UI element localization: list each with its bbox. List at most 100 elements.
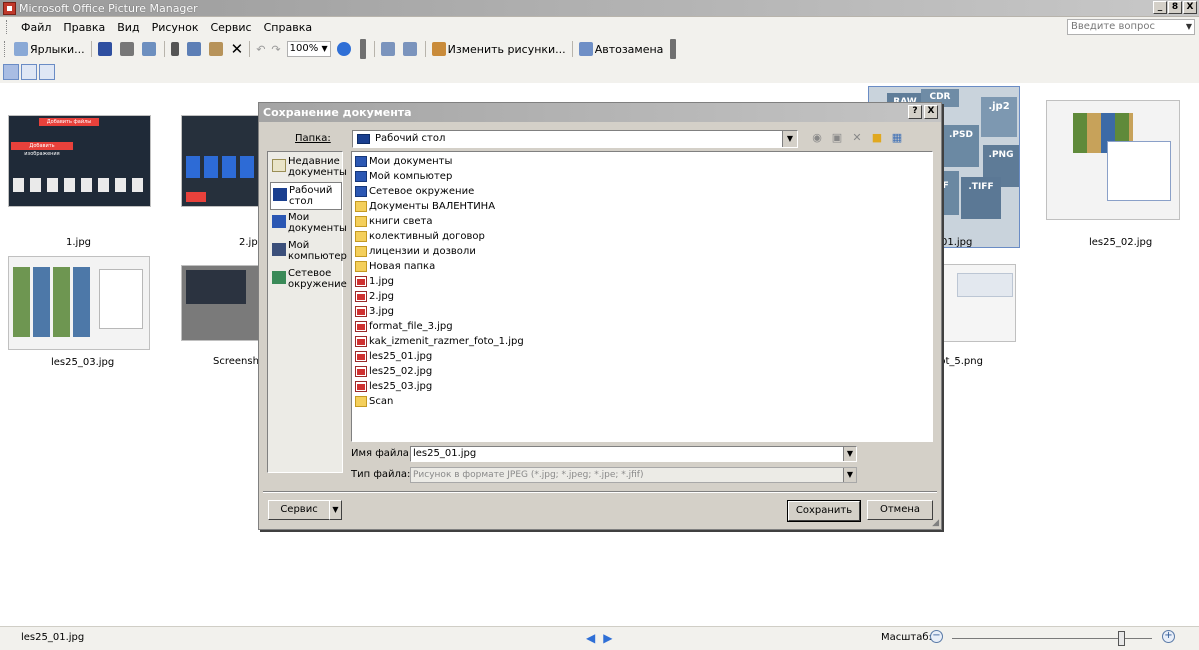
desktop-icon — [273, 188, 287, 201]
file-item[interactable]: 3.jpg — [355, 304, 394, 319]
place-network[interactable]: Сетевое окружение — [270, 266, 347, 294]
place-my-documents[interactable]: Мои документы — [270, 210, 347, 238]
place-desktop[interactable]: Рабочий стол — [270, 182, 342, 210]
copy-icon — [186, 42, 201, 56]
paste-button[interactable] — [206, 39, 228, 59]
delete-button[interactable]: ✕ — [228, 39, 247, 59]
toolbar-grip[interactable] — [4, 41, 7, 57]
back-icon[interactable]: ◉ — [809, 130, 825, 146]
menu-tools[interactable]: Сервис — [204, 21, 257, 34]
help-button[interactable] — [334, 39, 356, 59]
file-item[interactable]: лицензии и дозволи — [355, 244, 476, 259]
file-item[interactable]: Документы ВАЛЕНТИНА — [355, 199, 495, 214]
file-item[interactable]: Сетевое окружение — [355, 184, 474, 199]
views-icon[interactable]: ▦ — [889, 130, 905, 146]
menu-help[interactable]: Справка — [258, 21, 318, 34]
next-icon[interactable]: ▶ — [603, 631, 620, 645]
file-item[interactable]: книги света — [355, 214, 433, 229]
menubar-grip[interactable] — [6, 20, 9, 34]
chevron-down-icon[interactable]: ▼ — [782, 131, 797, 147]
menu-file[interactable]: Файл — [15, 21, 57, 34]
file-list[interactable]: Мои документы Мой компьютер Сетевое окру… — [351, 151, 933, 442]
chevron-down-icon[interactable]: ▼ — [843, 468, 856, 482]
folder-select[interactable]: Рабочий стол ▼ — [352, 130, 798, 148]
zoom-slider-thumb[interactable] — [1118, 631, 1125, 646]
file-item[interactable]: Новая папка — [355, 259, 435, 274]
maximize-button[interactable]: 8 — [1168, 1, 1182, 14]
menu-view[interactable]: Вид — [111, 21, 145, 34]
menu-picture[interactable]: Рисунок — [146, 21, 205, 34]
jpg-file-icon — [355, 291, 367, 302]
file-name: kak_izmenit_razmer_foto_1.jpg — [369, 336, 524, 347]
print-button[interactable] — [117, 39, 139, 59]
file-item[interactable]: Мой компьютер — [355, 169, 452, 184]
file-item[interactable]: format_file_3.jpg — [355, 319, 453, 334]
place-recent-documents[interactable]: Недавние документы — [270, 154, 347, 182]
save-button[interactable] — [95, 39, 117, 59]
file-item[interactable]: колективный договор — [355, 229, 485, 244]
print-icon — [119, 42, 134, 56]
folder-icon — [355, 396, 367, 407]
cancel-button[interactable]: Отмена — [867, 500, 933, 520]
file-item[interactable]: les25_03.jpg — [355, 379, 432, 394]
psd-tile: .PSD — [943, 125, 979, 167]
zoom-out-icon[interactable]: − — [930, 630, 943, 643]
chevron-down-icon[interactable]: ▼ — [329, 500, 342, 520]
file-item[interactable]: Scan — [355, 394, 393, 409]
place-my-computer[interactable]: Мой компьютер — [270, 238, 347, 266]
file-item[interactable]: Мои документы — [355, 154, 452, 169]
file-item[interactable]: les25_01.jpg — [355, 349, 432, 364]
my-computer-icon — [272, 243, 286, 256]
single-picture-view-button[interactable] — [39, 64, 55, 80]
shortcuts-label: Ярлыки... — [30, 42, 85, 56]
filetype-select[interactable]: Рисунок в формате JPEG (*.jpg; *.jpeg; *… — [410, 467, 857, 483]
close-button[interactable]: X — [1183, 1, 1197, 14]
thumb-label: Добавить файлы — [39, 118, 99, 126]
thumbnail-caption: les25_02.jpg — [1089, 237, 1153, 248]
zoom-select[interactable]: 100% ▼ — [286, 41, 331, 57]
menu-edit[interactable]: Правка — [57, 21, 111, 34]
dialog-title: Сохранение документа — [263, 106, 412, 119]
rotate-right-button[interactable] — [400, 39, 422, 59]
edit-pictures-label: Изменить рисунки... — [447, 42, 566, 56]
filmstrip-view-button[interactable] — [21, 64, 37, 80]
email-button[interactable] — [139, 39, 161, 59]
edit-pictures-button[interactable]: Изменить рисунки... — [429, 39, 569, 59]
new-folder-icon[interactable]: ■ — [869, 130, 885, 146]
shortcuts-button[interactable]: Ярлыки... — [11, 39, 88, 59]
toolbar-options-handle[interactable] — [359, 39, 366, 59]
thumbnail-image — [1046, 100, 1180, 220]
main-toolbar: Ярлыки... ✕ ↶ ↷ 100% ▼ Изменить рисунки.… — [0, 37, 1199, 61]
resize-grip-icon[interactable]: ◢ — [932, 518, 939, 528]
thumbnail-view-button[interactable] — [3, 64, 19, 80]
place-label: Сетевое окружение — [288, 268, 347, 290]
delete-icon[interactable]: ✕ — [849, 130, 865, 146]
zoom-in-icon[interactable]: + — [1162, 630, 1175, 643]
filename-input[interactable]: les25_01.jpg ▼ — [410, 446, 857, 462]
redo-button[interactable]: ↷ — [268, 39, 283, 59]
chevron-down-icon[interactable]: ▼ — [1186, 20, 1192, 34]
toolbar-options-handle[interactable] — [670, 39, 677, 59]
rotate-left-button[interactable] — [378, 39, 400, 59]
up-folder-icon[interactable]: ▣ — [829, 130, 845, 146]
undo-button[interactable]: ↶ — [253, 39, 268, 59]
window-title-bar: Microsoft Office Picture Manager _ 8 X — [0, 0, 1199, 17]
dialog-close-button[interactable]: X — [924, 105, 938, 119]
dialog-help-button[interactable]: ? — [908, 105, 922, 119]
cut-button[interactable] — [168, 39, 184, 59]
previous-icon[interactable]: ◀ — [586, 631, 603, 645]
minimize-button[interactable]: _ — [1153, 1, 1167, 14]
file-name: Мои документы — [369, 156, 453, 167]
thumb-panel — [99, 269, 143, 329]
file-item[interactable]: 2.jpg — [355, 289, 394, 304]
undo-icon: ↶ — [256, 42, 266, 56]
autocorrect-button[interactable]: Автозамена — [576, 39, 667, 59]
file-item[interactable]: kak_izmenit_razmer_foto_1.jpg — [355, 334, 524, 349]
file-item[interactable]: 1.jpg — [355, 274, 394, 289]
chevron-down-icon[interactable]: ▼ — [843, 447, 856, 461]
help-search-input[interactable]: Введите вопрос ▼ — [1067, 19, 1195, 35]
file-item[interactable]: les25_02.jpg — [355, 364, 432, 379]
tools-button[interactable]: Сервис — [268, 500, 330, 520]
copy-button[interactable] — [184, 39, 206, 59]
save-button[interactable]: Сохранить — [787, 500, 861, 522]
